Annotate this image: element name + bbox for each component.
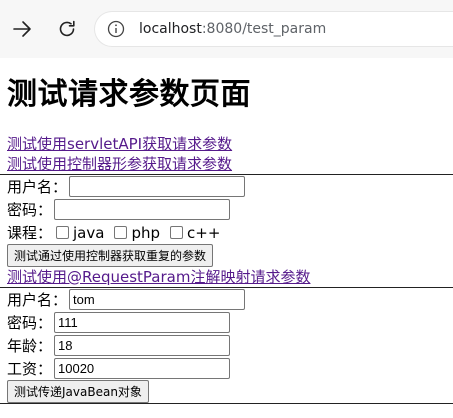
submit-row: 测试通过使用控制器获取重复的参数 bbox=[7, 244, 453, 267]
username-row: 用户名： bbox=[7, 288, 453, 311]
javabean-form: 用户名： 密码： 年龄： 工资： 测试传递JavaBean对象 bbox=[7, 288, 453, 403]
repeated-param-submit-button[interactable]: 测试通过使用控制器获取重复的参数 bbox=[7, 244, 214, 267]
salary-input[interactable] bbox=[54, 358, 231, 379]
password-input[interactable] bbox=[54, 312, 231, 333]
servlet-api-link[interactable]: 测试使用servletAPI获取请求参数 bbox=[7, 134, 453, 154]
password-row: 密码： bbox=[7, 198, 453, 221]
checkbox-php-label: php bbox=[131, 223, 161, 242]
salary-row: 工资： bbox=[7, 357, 453, 380]
username-label: 用户名： bbox=[7, 178, 68, 196]
checkbox-java-label: java bbox=[73, 223, 105, 242]
checkbox-cpp[interactable] bbox=[170, 226, 184, 239]
arrow-back-icon bbox=[13, 21, 31, 37]
controller-param-link[interactable]: 测试使用控制器形参获取请求参数 bbox=[7, 154, 453, 174]
age-input[interactable] bbox=[54, 335, 231, 356]
username-input[interactable] bbox=[69, 176, 246, 197]
reload-button[interactable] bbox=[50, 12, 84, 46]
url-host: localhost bbox=[139, 21, 202, 37]
username-row: 用户名： bbox=[7, 175, 453, 198]
password-input[interactable] bbox=[54, 199, 231, 220]
divider bbox=[0, 403, 453, 404]
age-label: 年龄： bbox=[7, 337, 53, 355]
checkbox-php[interactable] bbox=[114, 226, 128, 239]
course-label: 课程： bbox=[7, 224, 53, 242]
repeated-param-form: 用户名： 密码： 课程： java php c++ 测试通过使用控制器获取重复的… bbox=[7, 175, 453, 267]
page-title: 测试请求参数页面 bbox=[7, 77, 251, 112]
username-label: 用户名： bbox=[7, 291, 68, 309]
course-row: 课程： java php c++ bbox=[7, 221, 453, 244]
javabean-submit-button[interactable]: 测试传递JavaBean对象 bbox=[7, 380, 149, 403]
info-icon[interactable] bbox=[107, 20, 125, 38]
submit-row: 测试传递JavaBean对象 bbox=[7, 380, 453, 403]
password-label: 密码： bbox=[7, 201, 53, 219]
password-label: 密码： bbox=[7, 314, 53, 332]
checkbox-cpp-label: c++ bbox=[187, 223, 221, 242]
url-path: :8080/test_param bbox=[201, 21, 327, 37]
back-button[interactable] bbox=[5, 12, 39, 46]
age-row: 年龄： bbox=[7, 334, 453, 357]
checkbox-java[interactable] bbox=[56, 226, 70, 239]
page-content: 测试请求参数页面 测试使用servletAPI获取请求参数 测试使用控制器形参获… bbox=[0, 58, 453, 404]
address-bar[interactable]: localhost:8080/test_param bbox=[95, 12, 453, 46]
url-text: localhost:8080/test_param bbox=[139, 19, 326, 39]
request-param-link[interactable]: 测试使用@RequestParam注解映射请求参数 bbox=[7, 267, 453, 287]
reload-icon bbox=[59, 20, 75, 37]
password-row: 密码： bbox=[7, 311, 453, 334]
username-input[interactable] bbox=[69, 289, 246, 310]
browser-toolbar: localhost:8080/test_param bbox=[0, 0, 453, 58]
salary-label: 工资： bbox=[7, 360, 53, 378]
